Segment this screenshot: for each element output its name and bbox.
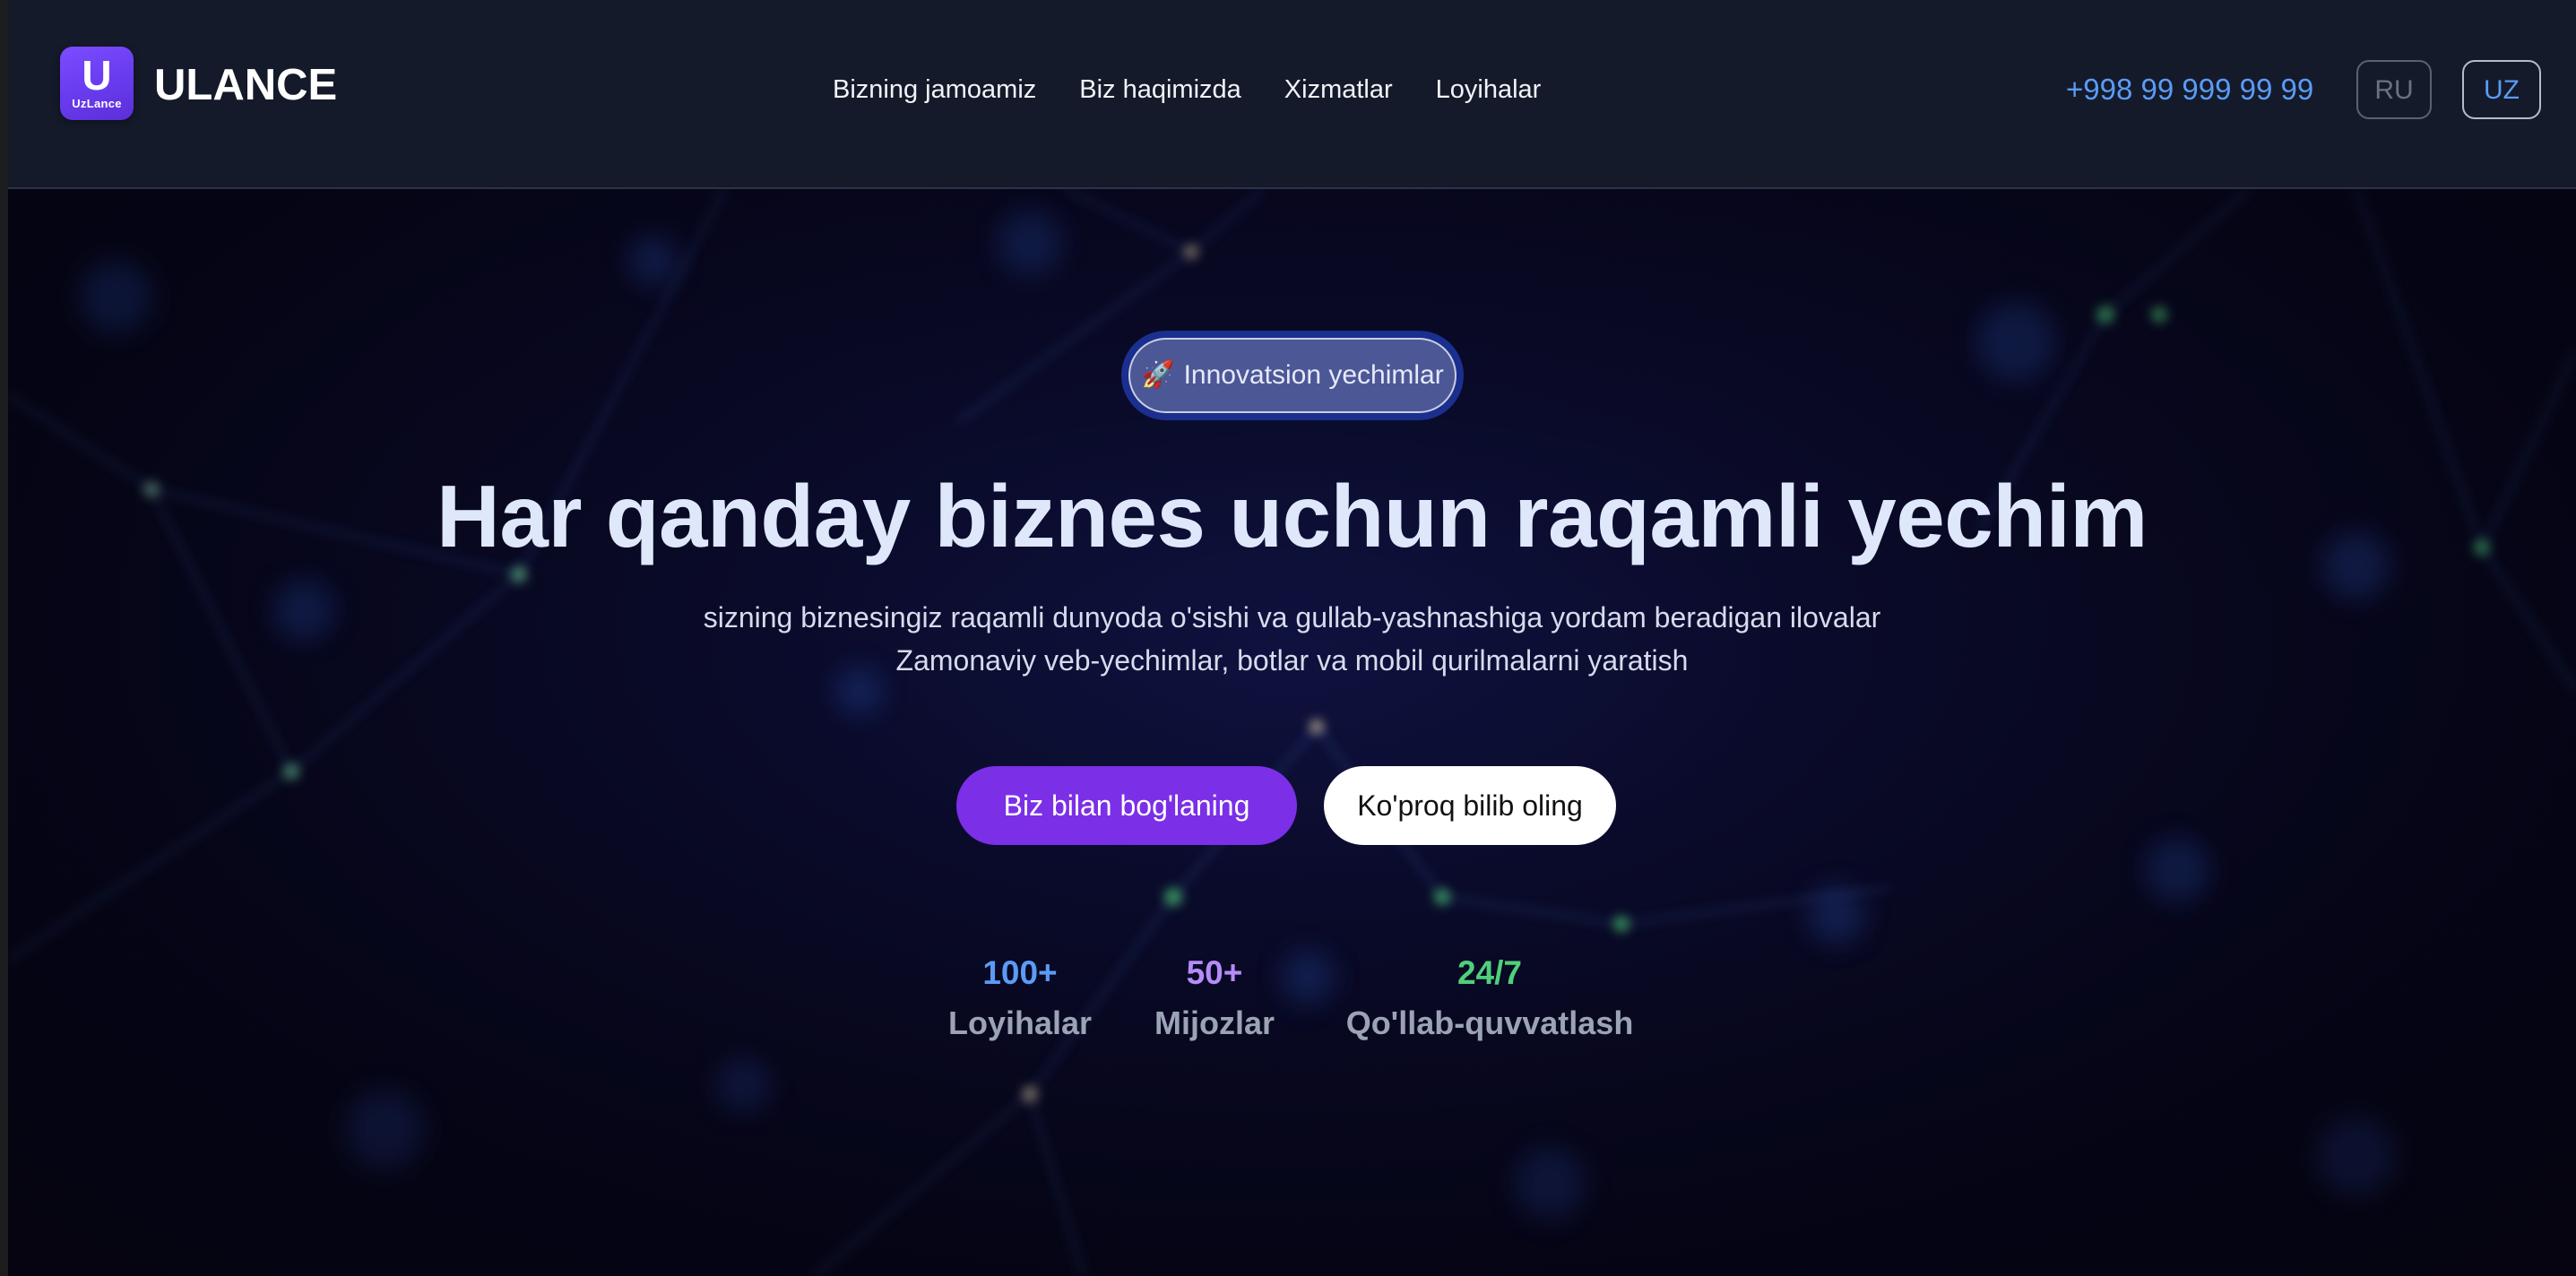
brand-name[interactable]: ULANCE — [154, 59, 337, 111]
site-header: U UzLance ULANCE Bizning jamoamiz Biz ha… — [8, 0, 2576, 189]
innovation-badge: 🚀 Innovatsion yechimlar — [1121, 331, 1464, 420]
lang-ru-button[interactable]: RU — [2356, 60, 2432, 119]
stat-support: 24/7 Qo'llab-quvvatlash — [1335, 953, 1645, 1044]
badge-pill: 🚀 Innovatsion yechimlar — [1128, 338, 1457, 413]
nav-link-about[interactable]: Biz haqimizda — [1079, 72, 1241, 108]
badge-label: Innovatsion yechimlar — [1183, 360, 1444, 390]
logo-icon[interactable]: U UzLance — [60, 47, 134, 120]
logo-letter: U — [82, 52, 112, 99]
nav-link-services[interactable]: Xizmatlar — [1284, 72, 1393, 108]
window-edge — [0, 0, 8, 1276]
browser-viewport: U UzLance ULANCE Bizning jamoamiz Biz ha… — [0, 0, 2576, 1276]
lang-uz-button[interactable]: UZ — [2462, 60, 2541, 119]
contact-us-button[interactable]: Biz bilan bog'laning — [956, 766, 1297, 845]
hero-subtitle-line1: sizning biznesingiz raqamli dunyoda o'si… — [703, 601, 1881, 634]
hero-subtitle-line2: Zamonaviy veb-yechimlar, botlar va mobil… — [895, 644, 1689, 677]
stat-label: Qo'llab-quvvatlash — [1345, 1004, 1634, 1041]
stat-projects: 100+ Loyihalar — [935, 953, 1105, 1044]
main-nav: Bizning jamoamiz Biz haqimizda Xizmatlar… — [833, 72, 1541, 108]
learn-more-button[interactable]: Ko'proq bilib oling — [1324, 766, 1616, 845]
phone-link[interactable]: +998 99 999 99 99 — [2066, 70, 2313, 109]
stat-value: 100+ — [982, 954, 1058, 991]
stat-clients: 50+ Mijozlar — [1143, 953, 1286, 1044]
logo-subtext: UzLance — [72, 97, 122, 110]
stat-value: 24/7 — [1457, 954, 1522, 991]
nav-link-team[interactable]: Bizning jamoamiz — [833, 72, 1036, 108]
stat-label: Mijozlar — [1154, 1004, 1275, 1041]
rocket-icon: 🚀 — [1141, 359, 1175, 391]
stat-label: Loyihalar — [947, 1004, 1093, 1041]
hero-headline: Har qanday biznes uchun raqamli yechim — [437, 467, 2148, 565]
hero-section: 🚀 Innovatsion yechimlar Har qanday bizne… — [8, 189, 2576, 1276]
nav-link-projects[interactable]: Loyihalar — [1436, 72, 1542, 108]
stat-value: 50+ — [1186, 954, 1243, 991]
